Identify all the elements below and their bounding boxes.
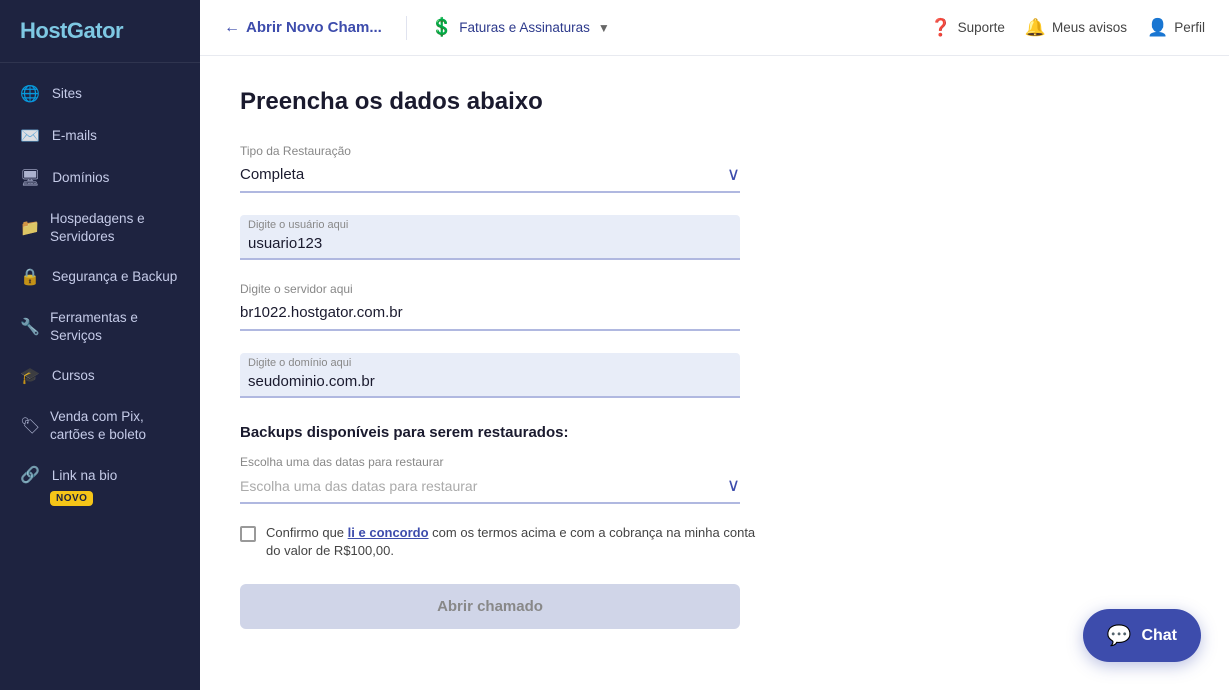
data-placeholder: Escolha uma das datas para restaurar	[240, 478, 477, 494]
brand-name: HostGator	[20, 18, 123, 43]
venda-icon: 🏷	[20, 416, 38, 436]
topbar-divider	[406, 16, 407, 40]
confirm-checkbox[interactable]	[240, 526, 256, 542]
page-title: Preencha os dados abaixo	[240, 88, 1189, 116]
suporte-label: Suporte	[958, 20, 1005, 35]
sidebar-label-link-bio: Link na bio	[52, 467, 117, 485]
brand-logo: HostGator	[0, 0, 200, 63]
user-icon: 👤	[1147, 18, 1168, 38]
avisos-button[interactable]: 🔔 Meus avisos	[1025, 18, 1127, 38]
question-icon: ❓	[930, 18, 951, 38]
main-content: Preencha os dados abaixo Tipo da Restaur…	[200, 56, 1229, 690]
ferramentas-icon: 🔧	[20, 317, 38, 337]
dominio-input[interactable]	[248, 371, 732, 392]
tipo-chevron-icon: ∨	[727, 164, 740, 185]
backups-title: Backups disponíveis para serem restaurad…	[240, 424, 1189, 441]
usuario-input[interactable]	[248, 233, 732, 254]
confirm-link[interactable]: li e concordo	[348, 525, 429, 540]
topbar-right: ❓ Suporte 🔔 Meus avisos 👤 Perfil	[930, 18, 1205, 38]
sidebar-item-ferramentas[interactable]: 🔧 Ferramentas e Serviços	[0, 298, 200, 355]
data-label: Escolha uma das datas para restaurar	[240, 455, 1189, 469]
back-label: Abrir Novo Cham...	[246, 19, 382, 36]
suporte-button[interactable]: ❓ Suporte	[930, 18, 1004, 38]
tipo-label: Tipo da Restauração	[240, 144, 1189, 158]
back-arrow-icon: ←	[224, 19, 240, 37]
tipo-select[interactable]: Completa ∨	[240, 164, 740, 193]
emails-icon: ✉️	[20, 126, 40, 146]
chat-label: Chat	[1141, 627, 1177, 645]
sidebar-item-cursos[interactable]: 🎓 Cursos	[0, 355, 200, 397]
main-area: ← Abrir Novo Cham... 💲 Faturas e Assinat…	[200, 0, 1229, 690]
confirm-row: Confirmo que li e concordo com os termos…	[240, 524, 760, 560]
sidebar-label-hospedagens: Hospedagens e Servidores	[50, 210, 180, 245]
cursos-icon: 🎓	[20, 366, 40, 386]
sidebar-label-ferramentas: Ferramentas e Serviços	[50, 309, 180, 344]
sidebar-label-venda: Venda com Pix, cartões e boleto	[50, 408, 180, 443]
servidor-section: Digite o servidor aqui	[240, 282, 1189, 331]
servidor-input[interactable]	[240, 302, 740, 323]
chat-icon: 💬	[1107, 623, 1132, 648]
seguranca-icon: 🔒	[20, 267, 40, 287]
dominio-label: Digite o domínio aqui	[248, 357, 732, 369]
data-dropdown[interactable]: Escolha uma das datas para restaurar ∨	[240, 475, 740, 504]
submit-button[interactable]: Abrir chamado	[240, 584, 740, 629]
sidebar-label-cursos: Cursos	[52, 367, 95, 385]
tipo-value[interactable]: Completa ∨	[240, 164, 740, 185]
sidebar-item-dominios[interactable]: 🖥 Domínios	[0, 157, 200, 199]
back-button[interactable]: ← Abrir Novo Cham...	[224, 19, 382, 37]
topbar: ← Abrir Novo Cham... 💲 Faturas e Assinat…	[200, 0, 1229, 56]
hospedagens-icon: 📁	[20, 218, 38, 238]
usuario-label: Digite o usuário aqui	[248, 219, 732, 231]
sidebar-label-emails: E-mails	[52, 127, 97, 145]
sidebar-label-sites: Sites	[52, 85, 82, 103]
faturas-label: Faturas e Assinaturas	[459, 20, 590, 35]
sidebar: HostGator 🌐 Sites ✉️ E-mails 🖥 Domínios …	[0, 0, 200, 690]
link-bio-icon: 🔗	[20, 465, 40, 485]
faturas-chevron-icon: ▼	[598, 21, 610, 35]
data-chevron-icon: ∨	[727, 475, 740, 496]
sidebar-nav: 🌐 Sites ✉️ E-mails 🖥 Domínios 📁 Hospedag…	[0, 63, 200, 690]
sidebar-label-seguranca: Segurança e Backup	[52, 268, 177, 286]
perfil-button[interactable]: 👤 Perfil	[1147, 18, 1205, 38]
bell-icon: 🔔	[1025, 18, 1046, 38]
sidebar-item-link-bio[interactable]: 🔗 Link na bio NOVO	[0, 454, 200, 517]
sidebar-item-emails[interactable]: ✉️ E-mails	[0, 115, 200, 157]
servidor-field-wrapper: Digite o servidor aqui	[240, 282, 740, 331]
chat-button[interactable]: 💬 Chat	[1083, 609, 1201, 662]
usuario-section: Digite o usuário aqui	[240, 215, 1189, 260]
dominios-icon: 🖥	[20, 168, 40, 188]
confirm-text: Confirmo que li e concordo com os termos…	[266, 524, 760, 560]
sidebar-item-seguranca[interactable]: 🔒 Segurança e Backup	[0, 256, 200, 298]
sidebar-item-hospedagens[interactable]: 📁 Hospedagens e Servidores	[0, 199, 200, 256]
backups-section: Backups disponíveis para serem restaurad…	[240, 424, 1189, 504]
dominio-section: Digite o domínio aqui	[240, 353, 1189, 398]
avisos-label: Meus avisos	[1052, 20, 1127, 35]
sidebar-label-dominios: Domínios	[52, 169, 109, 187]
perfil-label: Perfil	[1174, 20, 1205, 35]
sidebar-item-sites[interactable]: 🌐 Sites	[0, 73, 200, 115]
dollar-icon: 💲	[431, 17, 453, 38]
sidebar-item-venda[interactable]: 🏷 Venda com Pix, cartões e boleto	[0, 397, 200, 454]
data-dropdown-value[interactable]: Escolha uma das datas para restaurar ∨	[240, 475, 740, 496]
sites-icon: 🌐	[20, 84, 40, 104]
faturas-menu[interactable]: 💲 Faturas e Assinaturas ▼	[431, 17, 610, 38]
novo-badge: NOVO	[50, 491, 93, 506]
tipo-section: Tipo da Restauração Completa ∨	[240, 144, 1189, 193]
servidor-label: Digite o servidor aqui	[240, 282, 740, 296]
dominio-field-wrapper: Digite o domínio aqui	[240, 353, 740, 398]
usuario-field-wrapper: Digite o usuário aqui	[240, 215, 740, 260]
